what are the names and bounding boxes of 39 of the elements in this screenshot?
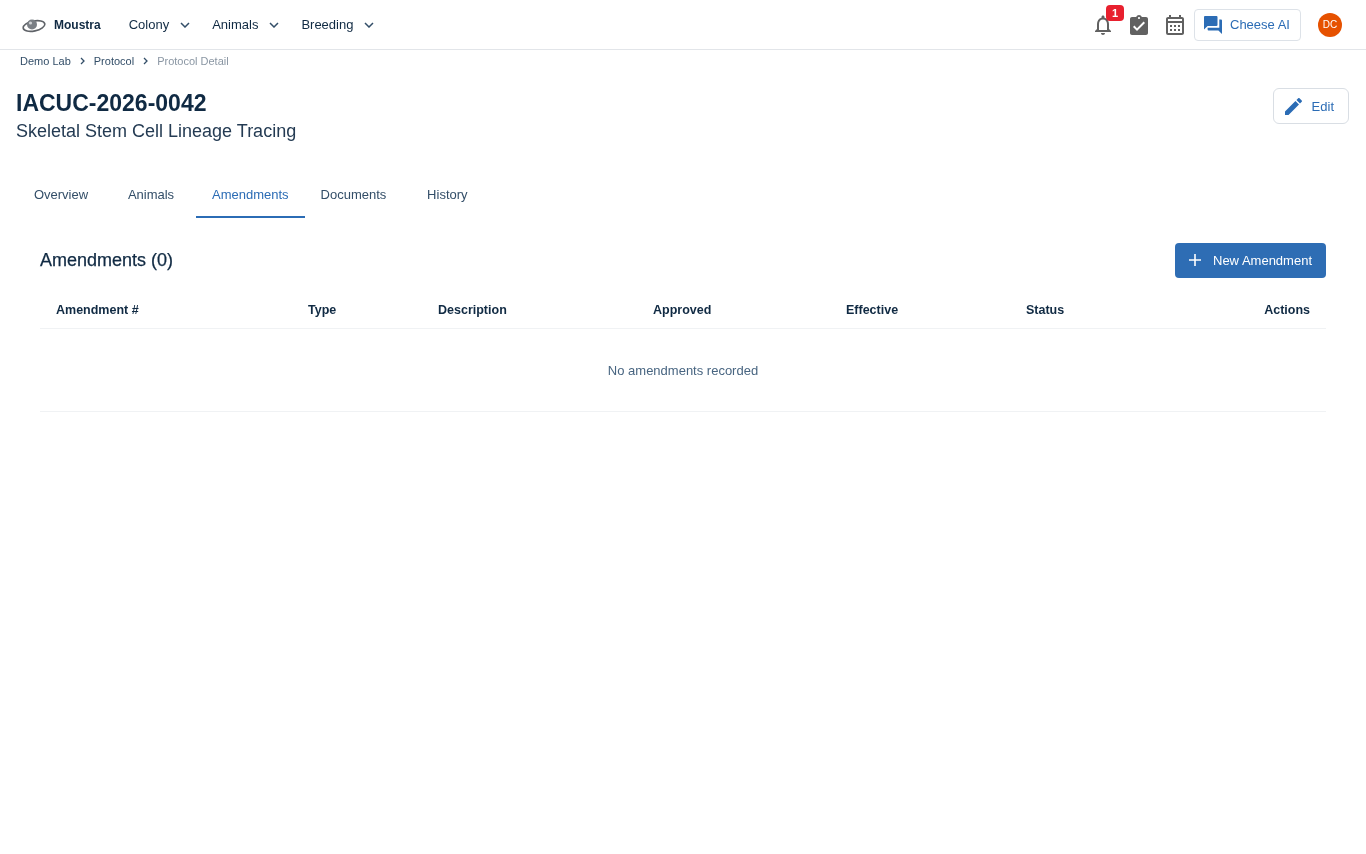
brand-name: Moustra bbox=[54, 17, 101, 32]
nav-menu-button[interactable]: Breeding bbox=[293, 11, 383, 38]
column-header: Actions bbox=[1168, 293, 1326, 328]
tab[interactable]: Amendments bbox=[196, 170, 305, 218]
new-amendment-button[interactable]: New Amendment bbox=[1175, 242, 1326, 278]
breadcrumb-link[interactable]: Protocol bbox=[93, 53, 135, 68]
chevron-down-icon bbox=[180, 21, 191, 28]
tab[interactable]: Animals bbox=[106, 170, 196, 218]
column-header: Effective bbox=[830, 293, 1010, 328]
notification-badge: 1 bbox=[1106, 4, 1124, 21]
nav-menu-button[interactable]: Animals bbox=[204, 11, 288, 38]
column-header: Type bbox=[292, 293, 422, 328]
chevron-right-icon bbox=[79, 56, 85, 65]
calendar-icon[interactable] bbox=[1166, 14, 1184, 35]
empty-state-message: No amendments recorded bbox=[607, 362, 759, 378]
bell-icon[interactable] bbox=[1095, 14, 1111, 35]
edit-button[interactable]: Edit bbox=[1272, 88, 1349, 124]
tab[interactable]: History bbox=[402, 170, 493, 218]
column-header: Description bbox=[422, 293, 637, 328]
page-subtitle: Skeletal Stem Cell Lineage Tracing bbox=[16, 120, 297, 143]
user-avatar[interactable]: DC bbox=[1318, 12, 1342, 37]
pencil-icon bbox=[1284, 97, 1302, 115]
plus-icon bbox=[1189, 254, 1201, 266]
assistant-button[interactable]: Cheese AI bbox=[1194, 8, 1301, 41]
chevron-down-icon bbox=[269, 21, 280, 28]
column-header: Amendment # bbox=[40, 293, 292, 328]
nav-menu-button[interactable]: Colony bbox=[120, 11, 199, 38]
breadcrumb-link[interactable]: Demo Lab bbox=[20, 53, 71, 68]
chat-bubbles-icon bbox=[1204, 15, 1222, 34]
chevron-right-icon bbox=[143, 56, 149, 65]
column-header: Approved bbox=[637, 293, 830, 328]
page-title: IACUC-2026-0042 bbox=[16, 89, 208, 117]
chevron-down-icon bbox=[364, 21, 375, 28]
clipboard-check-icon[interactable] bbox=[1130, 14, 1148, 35]
breadcrumb-current: Protocol Detail bbox=[157, 53, 229, 68]
section-title: Amendments (0) bbox=[40, 249, 174, 271]
tab[interactable]: Overview bbox=[16, 170, 106, 218]
tab[interactable]: Documents bbox=[304, 170, 403, 218]
column-header: Status bbox=[1010, 293, 1168, 328]
